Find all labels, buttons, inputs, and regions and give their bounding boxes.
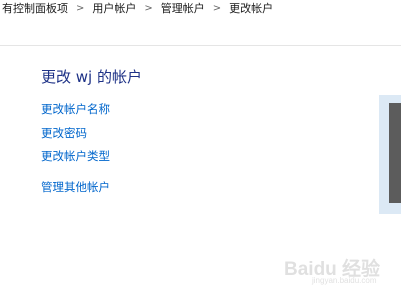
breadcrumb-separator-icon: > xyxy=(76,2,85,14)
manage-other-accounts-link[interactable]: 管理其他帐户 xyxy=(41,179,110,195)
header-divider xyxy=(0,45,401,46)
breadcrumb-item-control-panel-items[interactable]: 有控制面板项 xyxy=(0,0,70,16)
breadcrumb-item-user-accounts[interactable]: 用户帐户 xyxy=(90,0,138,16)
breadcrumb-separator-icon: > xyxy=(144,2,153,14)
breadcrumb-item-manage-accounts[interactable]: 管理帐户 xyxy=(159,0,207,16)
watermark-url: jingyan.baidu.com xyxy=(312,276,377,285)
account-picture-panel xyxy=(379,95,401,214)
change-account-type-link[interactable]: 更改帐户类型 xyxy=(41,148,110,164)
page-title: 更改 wj 的帐户 xyxy=(41,68,142,86)
baidu-watermark: Baidu 经验 jingyan.baidu.com xyxy=(278,252,398,292)
change-account-name-link[interactable]: 更改帐户名称 xyxy=(41,101,110,117)
breadcrumb: 有控制面板项 > 用户帐户 > 管理帐户 > 更改帐户 xyxy=(0,0,275,16)
control-panel-window: 有控制面板项 > 用户帐户 > 管理帐户 > 更改帐户 更改 wj 的帐户 更改… xyxy=(0,0,401,299)
change-password-link[interactable]: 更改密码 xyxy=(41,125,87,141)
account-picture xyxy=(389,103,401,203)
breadcrumb-separator-icon: > xyxy=(212,2,222,14)
breadcrumb-item-change-account[interactable]: 更改帐户 xyxy=(227,0,275,16)
